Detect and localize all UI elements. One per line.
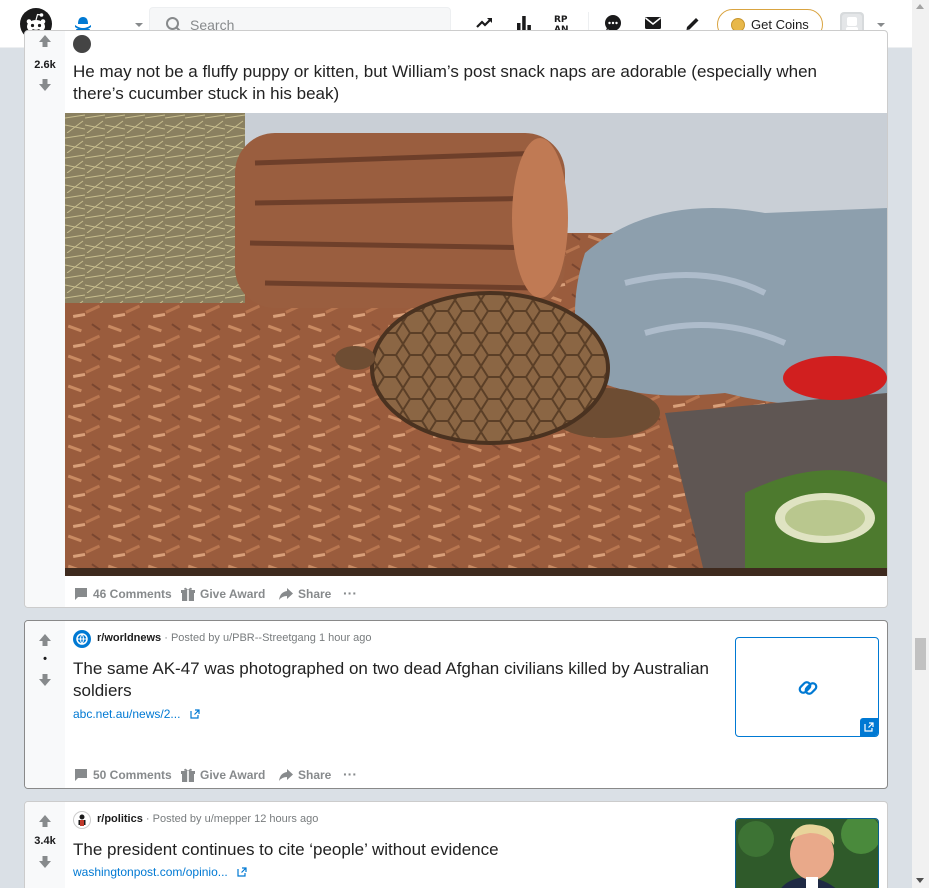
vote-column: 2.6k xyxy=(25,31,65,607)
share-icon xyxy=(279,588,293,600)
give-award-button[interactable]: Give Award xyxy=(180,584,276,604)
upvote-icon[interactable] xyxy=(37,33,53,49)
external-link-badge xyxy=(860,718,878,736)
downvote-icon[interactable] xyxy=(37,672,53,688)
comment-icon xyxy=(75,769,87,781)
external-link-icon xyxy=(237,867,247,877)
give-award-button[interactable]: Give Award xyxy=(180,765,276,785)
link-icon xyxy=(798,681,818,695)
posted-by[interactable]: · Posted by u/mepper 12 hours ago xyxy=(146,813,318,825)
more-options-button[interactable]: ··· xyxy=(343,584,365,604)
post-link[interactable]: washingtonpost.com/opinio... xyxy=(73,865,247,879)
post-actions: 50 Comments Give Award Share ··· xyxy=(73,765,473,785)
chevron-down-icon[interactable] xyxy=(133,18,145,30)
post-title[interactable]: He may not be a fluffy puppy or kitten, … xyxy=(73,61,853,105)
comment-icon xyxy=(75,588,87,600)
post-link-text[interactable]: washingtonpost.com/opinio... xyxy=(73,865,228,879)
vote-column: 3.4k xyxy=(25,802,65,888)
vote-column: • xyxy=(25,621,65,788)
give-award-label: Give Award xyxy=(200,768,266,782)
post-title[interactable]: The president continues to cite ‘people’… xyxy=(73,839,713,861)
more-options-label: ··· xyxy=(343,585,357,601)
user-menu-chevron-icon[interactable] xyxy=(875,18,887,30)
score: 3.4k xyxy=(34,835,56,847)
comments-label: 50 Comments xyxy=(93,768,172,782)
post-link[interactable]: abc.net.au/news/2... xyxy=(73,707,200,721)
page-scrollbar[interactable] xyxy=(912,0,929,888)
scroll-down-arrow-icon[interactable] xyxy=(916,878,924,883)
share-label: Share xyxy=(298,587,332,601)
post-card[interactable]: • r/worldnews · Posted by u/PBR--Streetg… xyxy=(24,620,888,789)
post-thumbnail[interactable] xyxy=(735,818,879,888)
post-meta: r/politics · Posted by u/mepper 12 hours… xyxy=(97,813,318,825)
subreddit-icon[interactable] xyxy=(73,630,91,648)
downvote-icon[interactable] xyxy=(37,77,53,93)
post-card[interactable]: 2.6k He may not be a fluffy puppy or kit… xyxy=(24,30,888,608)
downvote-icon[interactable] xyxy=(37,854,53,870)
scroll-thumb[interactable] xyxy=(915,638,926,670)
subreddit-name[interactable]: r/worldnews xyxy=(97,632,161,644)
comments-button[interactable]: 46 Comments xyxy=(73,584,183,604)
score: 2.6k xyxy=(34,59,56,71)
upvote-icon[interactable] xyxy=(37,632,53,648)
share-label: Share xyxy=(298,768,332,782)
post-image[interactable] xyxy=(65,113,887,576)
external-link-icon xyxy=(190,709,200,719)
give-award-label: Give Award xyxy=(200,587,266,601)
share-icon xyxy=(279,769,293,781)
post-title[interactable]: The same AK-47 was photographed on two d… xyxy=(73,658,713,702)
post-card[interactable]: 3.4k r/politics · Posted by u/mepper 12 … xyxy=(24,801,888,888)
post-link-text[interactable]: abc.net.au/news/2... xyxy=(73,707,180,721)
external-link-icon xyxy=(864,722,874,732)
link-thumbnail[interactable] xyxy=(735,637,879,737)
subreddit-icon[interactable] xyxy=(73,35,91,53)
svg-text:RP: RP xyxy=(554,15,568,25)
gift-icon xyxy=(181,768,195,782)
more-options-button[interactable]: ··· xyxy=(343,765,365,785)
subreddit-name[interactable]: r/politics xyxy=(97,813,143,825)
upvote-icon[interactable] xyxy=(37,813,53,829)
comments-button[interactable]: 50 Comments xyxy=(73,765,183,785)
share-button[interactable]: Share xyxy=(278,584,340,604)
gift-icon xyxy=(181,587,195,601)
post-meta: r/worldnews · Posted by u/PBR--Streetgan… xyxy=(97,632,372,644)
share-button[interactable]: Share xyxy=(278,765,340,785)
comments-label: 46 Comments xyxy=(93,587,172,601)
posted-by[interactable]: · Posted by u/PBR--Streetgang 1 hour ago xyxy=(164,632,371,644)
subreddit-icon[interactable] xyxy=(73,811,91,829)
post-actions: 46 Comments Give Award Share ··· xyxy=(73,584,473,604)
more-options-label: ··· xyxy=(343,766,357,782)
score: • xyxy=(43,653,47,665)
scroll-up-arrow-icon[interactable] xyxy=(916,4,924,9)
